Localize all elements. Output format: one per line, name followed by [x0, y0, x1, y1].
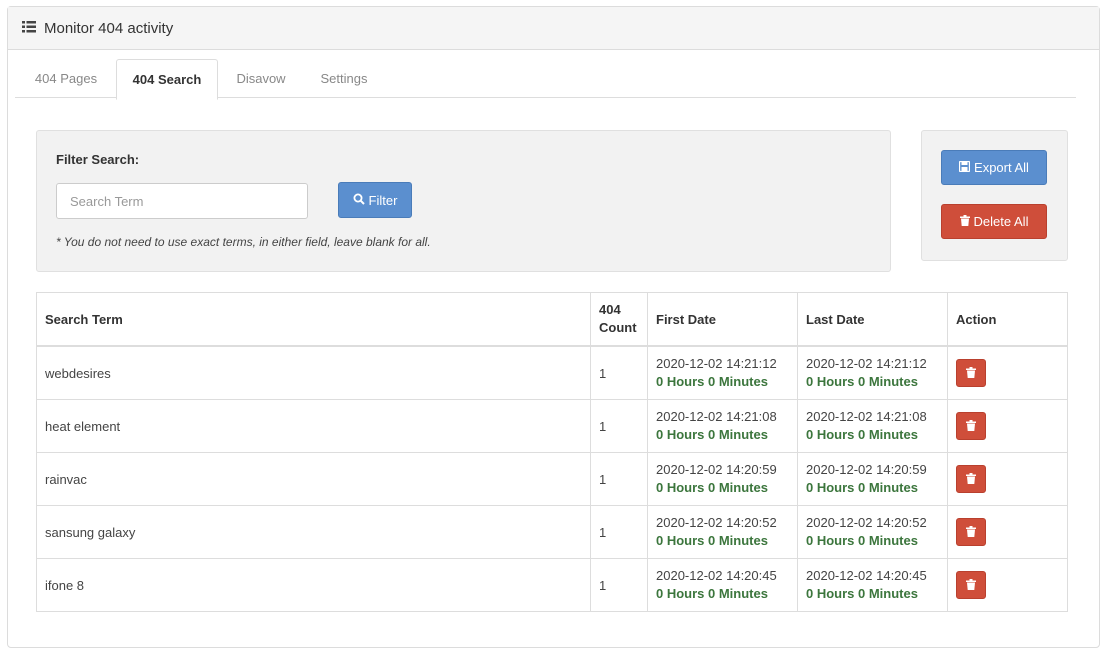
- first-date-ago: 0 Hours 0 Minutes: [656, 374, 768, 389]
- cell-search-term: sansung galaxy: [36, 505, 591, 559]
- search-icon: [353, 193, 365, 208]
- cell-search-term: ifone 8: [36, 558, 591, 612]
- cell-action: [947, 399, 1068, 453]
- save-icon: [958, 160, 971, 175]
- filter-button[interactable]: Filter: [338, 182, 412, 218]
- filter-button-label: Filter: [368, 192, 398, 208]
- delete-all-button[interactable]: Delete All: [941, 204, 1047, 239]
- delete-row-button[interactable]: [956, 412, 986, 440]
- first-date-ago: 0 Hours 0 Minutes: [656, 586, 768, 601]
- cell-404-count: 1: [590, 558, 648, 612]
- col-404-count-line1: 404: [599, 302, 621, 317]
- trash-icon: [966, 366, 976, 381]
- tab-bar: 404 Pages 404 Search Disavow Settings: [15, 59, 1076, 100]
- cell-search-term: heat element: [36, 399, 591, 453]
- filter-note: * You do not need to use exact terms, in…: [56, 235, 431, 249]
- table-header-row: Search Term 404 Count First Date Last Dat…: [36, 292, 1068, 347]
- filter-label: Filter Search:: [56, 152, 140, 167]
- cell-404-count: 1: [590, 505, 648, 559]
- export-all-label: Export All: [974, 160, 1029, 175]
- col-action: Action: [947, 292, 1068, 347]
- tab-404-search[interactable]: 404 Search: [116, 59, 218, 100]
- delete-all-label: Delete All: [973, 214, 1029, 229]
- cell-last-date: 2020-12-02 14:21:12 0 Hours 0 Minutes: [797, 345, 948, 400]
- cell-action: [947, 345, 1068, 400]
- trash-icon: [959, 214, 970, 229]
- table-row: ifone 8 1 2020-12-02 14:20:45 0 Hours 0 Min…: [36, 558, 1068, 612]
- trash-icon: [966, 472, 976, 487]
- first-date-ago: 0 Hours 0 Minutes: [656, 427, 768, 442]
- cell-last-date: 2020-12-02 14:20:45 0 Hours 0 Minutes: [797, 558, 948, 612]
- cell-last-date: 2020-12-02 14:20:59 0 Hours 0 Minutes: [797, 452, 948, 506]
- list-icon: [22, 20, 36, 36]
- cell-last-date: 2020-12-02 14:20:52 0 Hours 0 Minutes: [797, 505, 948, 559]
- cell-first-date: 2020-12-02 14:20:45 0 Hours 0 Minutes: [647, 558, 798, 612]
- last-date-ago: 0 Hours 0 Minutes: [806, 427, 918, 442]
- first-date-value: 2020-12-02 14:20:52: [656, 515, 777, 530]
- cell-search-term: webdesires: [36, 345, 591, 400]
- cell-404-count: 1: [590, 452, 648, 506]
- first-date-value: 2020-12-02 14:20:59: [656, 462, 777, 477]
- delete-row-button[interactable]: [956, 571, 986, 599]
- col-404-count-line2: Count: [599, 320, 637, 335]
- cell-action: [947, 558, 1068, 612]
- cell-404-count: 1: [590, 345, 648, 400]
- last-date-value: 2020-12-02 14:20:59: [806, 462, 927, 477]
- col-first-date: First Date: [647, 292, 798, 347]
- table-row: rainvac 1 2020-12-02 14:20:59 0 Hours 0 Min…: [36, 452, 1068, 506]
- export-all-button[interactable]: Export All: [941, 150, 1047, 185]
- last-date-value: 2020-12-02 14:20:52: [806, 515, 927, 530]
- delete-row-button[interactable]: [956, 359, 986, 387]
- last-date-value: 2020-12-02 14:21:08: [806, 409, 927, 424]
- last-date-value: 2020-12-02 14:21:12: [806, 356, 927, 371]
- tab-settings[interactable]: Settings: [305, 59, 383, 97]
- last-date-ago: 0 Hours 0 Minutes: [806, 586, 918, 601]
- page-title: Monitor 404 activity: [44, 19, 174, 37]
- cell-action: [947, 505, 1068, 559]
- table-row: sansung galaxy 1 2020-12-02 14:20:52 0 Hour…: [36, 505, 1068, 559]
- panel-header: Monitor 404 activity: [8, 7, 1099, 50]
- first-date-value: 2020-12-02 14:21:12: [656, 356, 777, 371]
- last-date-ago: 0 Hours 0 Minutes: [806, 480, 918, 495]
- cell-first-date: 2020-12-02 14:21:12 0 Hours 0 Minutes: [647, 345, 798, 400]
- trash-icon: [966, 525, 976, 540]
- last-date-ago: 0 Hours 0 Minutes: [806, 374, 918, 389]
- cell-search-term: rainvac: [36, 452, 591, 506]
- table-row: heat element 1 2020-12-02 14:21:08 0 Hours …: [36, 399, 1068, 453]
- cell-first-date: 2020-12-02 14:20:52 0 Hours 0 Minutes: [647, 505, 798, 559]
- first-date-ago: 0 Hours 0 Minutes: [656, 480, 768, 495]
- search-input[interactable]: [56, 183, 308, 219]
- table-row: webdesires 1 2020-12-02 14:21:12 0 Hours 0 …: [36, 345, 1068, 400]
- cell-last-date: 2020-12-02 14:21:08 0 Hours 0 Minutes: [797, 399, 948, 453]
- tab-404-pages[interactable]: 404 Pages: [15, 59, 117, 97]
- trash-icon: [966, 419, 976, 434]
- delete-row-button[interactable]: [956, 518, 986, 546]
- first-date-value: 2020-12-02 14:20:45: [656, 568, 777, 583]
- trash-icon: [966, 578, 976, 593]
- delete-row-button[interactable]: [956, 465, 986, 493]
- last-date-ago: 0 Hours 0 Minutes: [806, 533, 918, 548]
- col-search-term: Search Term: [36, 292, 591, 347]
- search-table: Search Term 404 Count First Date Last Dat…: [36, 292, 1068, 612]
- first-date-value: 2020-12-02 14:21:08: [656, 409, 777, 424]
- col-404-count: 404 Count: [590, 292, 648, 347]
- cell-first-date: 2020-12-02 14:20:59 0 Hours 0 Minutes: [647, 452, 798, 506]
- cell-action: [947, 452, 1068, 506]
- cell-404-count: 1: [590, 399, 648, 453]
- cell-first-date: 2020-12-02 14:21:08 0 Hours 0 Minutes: [647, 399, 798, 453]
- last-date-value: 2020-12-02 14:20:45: [806, 568, 927, 583]
- first-date-ago: 0 Hours 0 Minutes: [656, 533, 768, 548]
- tab-disavow[interactable]: Disavow: [220, 59, 302, 97]
- col-last-date: Last Date: [797, 292, 948, 347]
